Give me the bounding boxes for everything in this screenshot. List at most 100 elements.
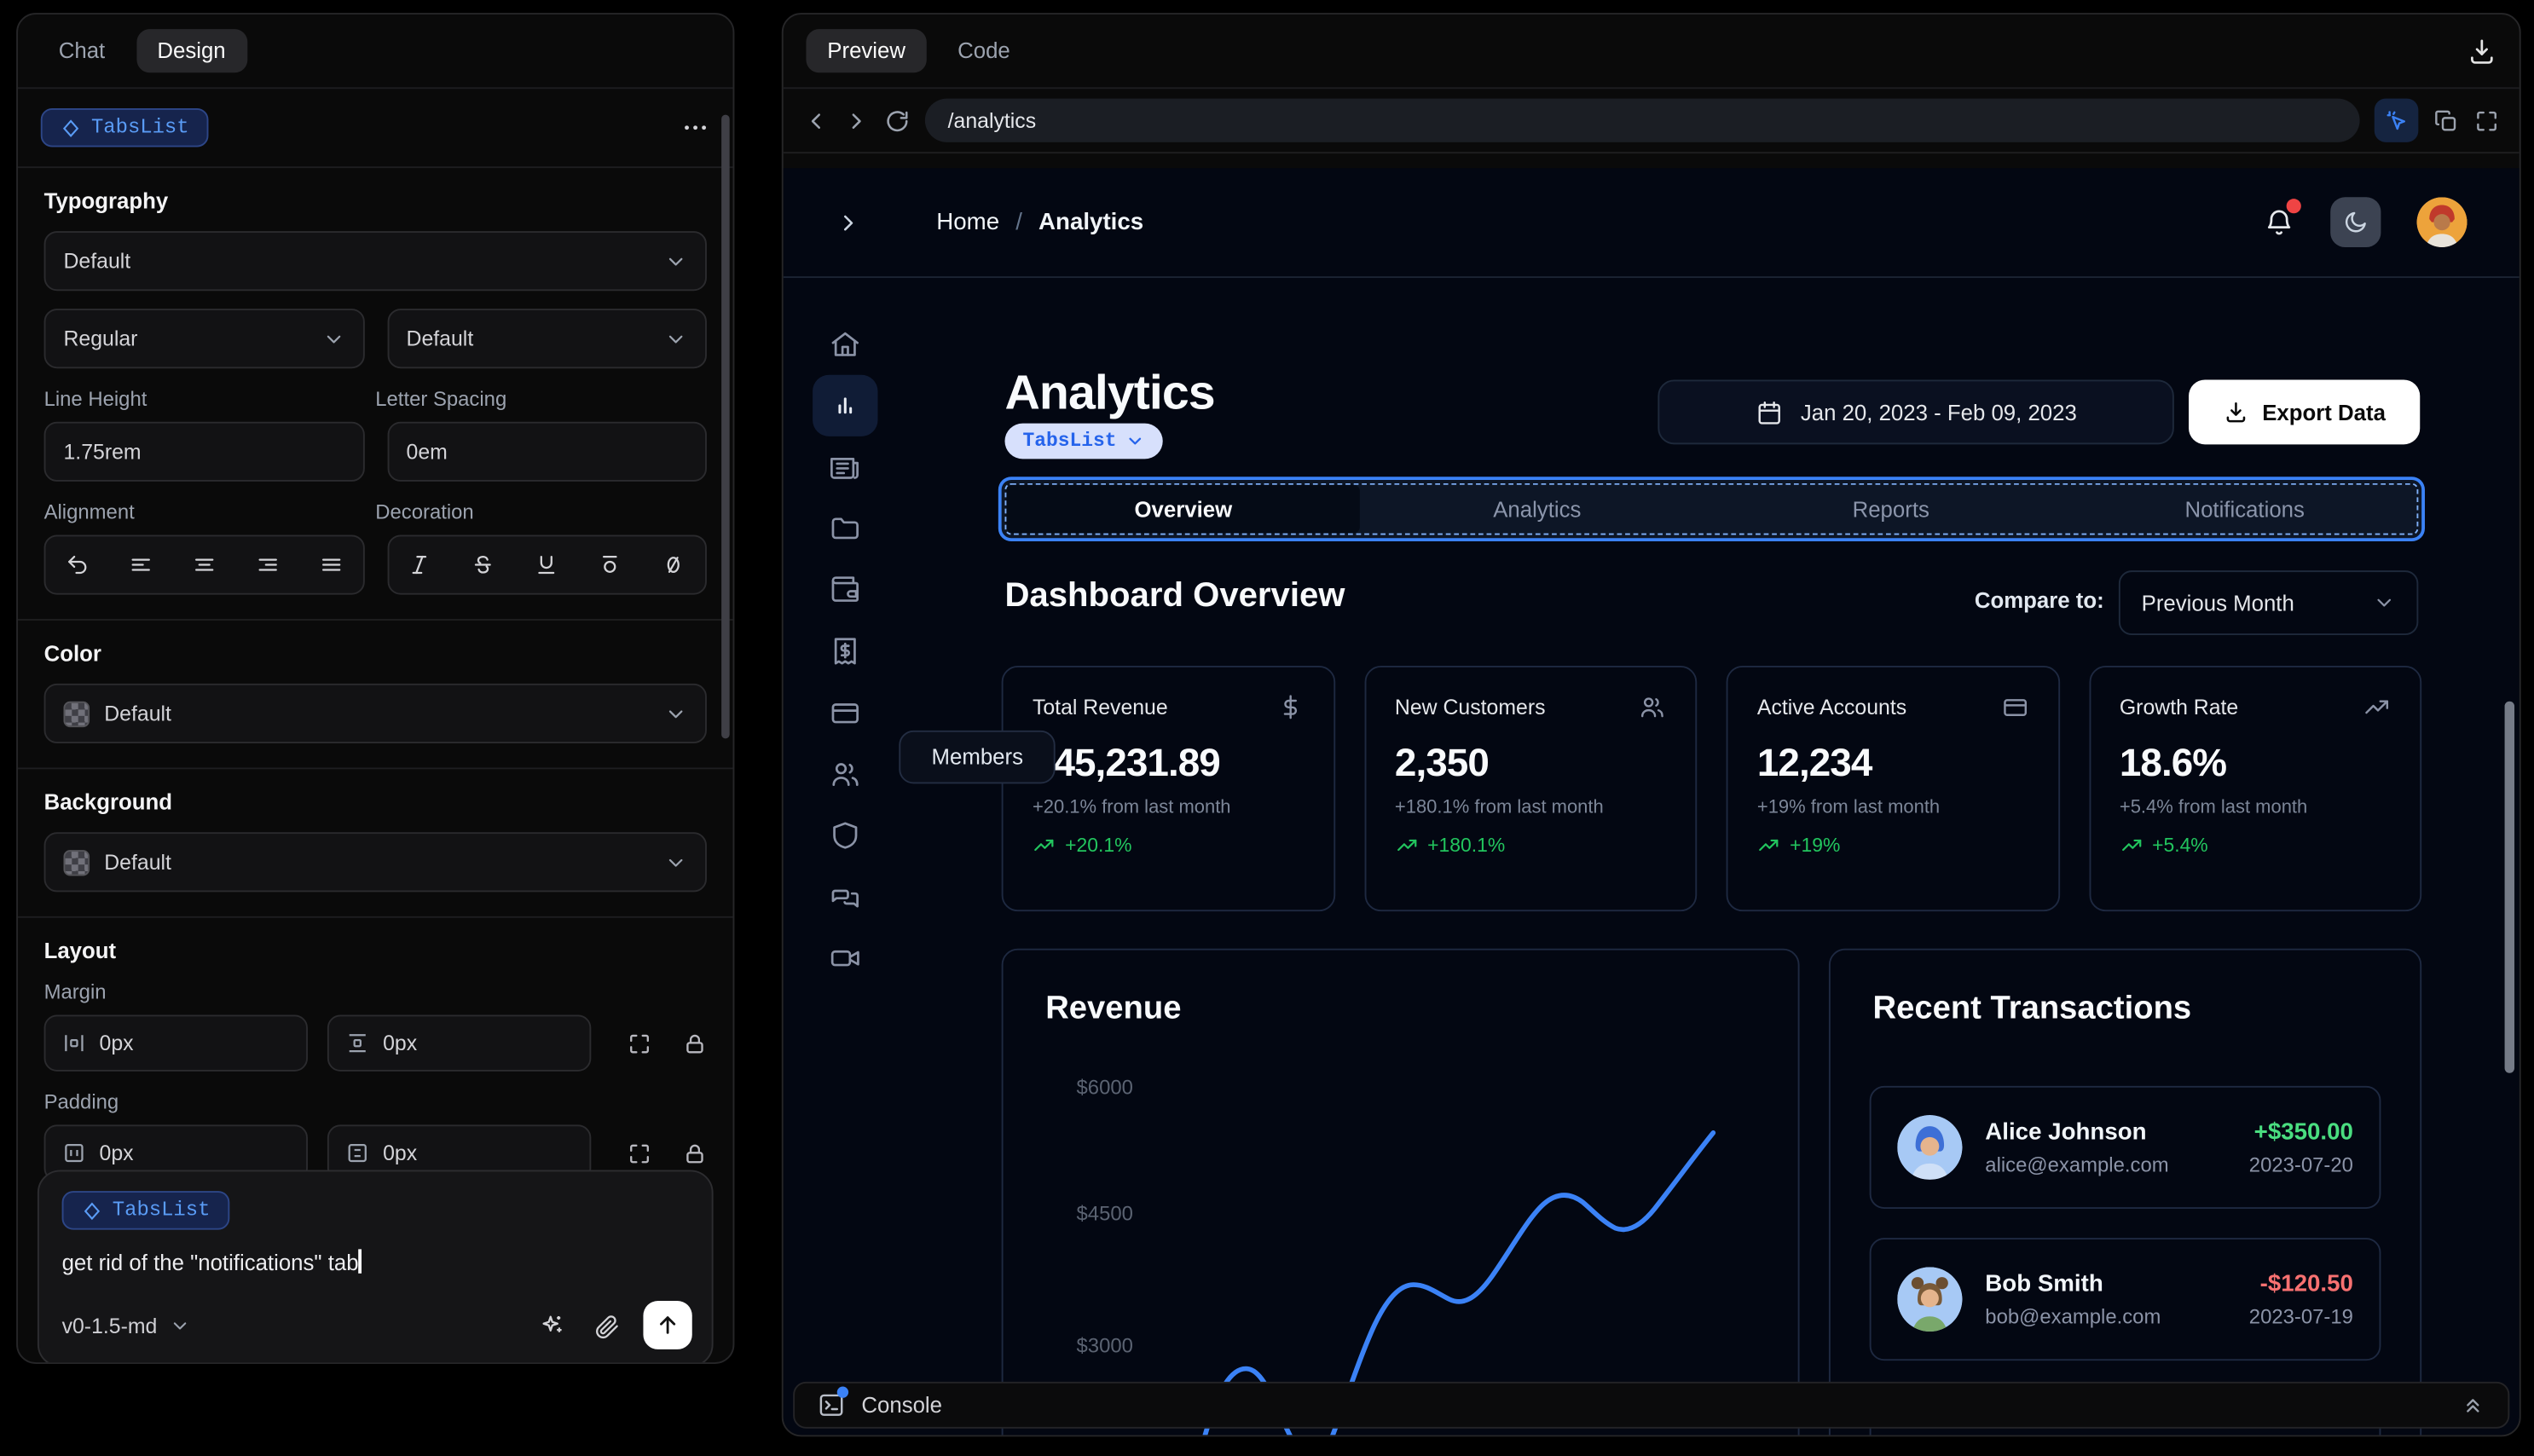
preview-scrollbar[interactable] bbox=[2504, 701, 2515, 1073]
transaction-name: Alice Johnson bbox=[1985, 1118, 2147, 1146]
tab-code[interactable]: Code bbox=[936, 29, 1031, 72]
chevron-down-icon bbox=[326, 334, 340, 343]
sidebar-item-news[interactable] bbox=[812, 436, 876, 498]
tab-reports[interactable]: Reports bbox=[1714, 480, 2068, 538]
color-swatch bbox=[63, 700, 90, 727]
notifications-bell-button[interactable] bbox=[2264, 199, 2301, 238]
selected-element-chip[interactable]: TabsList bbox=[40, 108, 209, 147]
prompt-input[interactable]: get rid of the "notifications" tab bbox=[62, 1249, 689, 1275]
user-avatar[interactable] bbox=[2416, 197, 2467, 248]
prompt-context-chip[interactable]: TabsList bbox=[61, 1191, 230, 1230]
theme-toggle-button[interactable] bbox=[2330, 197, 2381, 248]
expand-console-icon[interactable] bbox=[2461, 1393, 2485, 1417]
tab-overview[interactable]: Overview bbox=[1006, 484, 1361, 534]
design-panel-scrollbar[interactable] bbox=[721, 114, 730, 739]
breadcrumb-home[interactable]: Home bbox=[936, 209, 999, 234]
color-section: Color Default bbox=[18, 621, 733, 770]
model-select[interactable]: v0-1.5-md bbox=[62, 1313, 190, 1338]
preview-header: Preview Code bbox=[783, 14, 2520, 90]
sidebar-item-files[interactable] bbox=[812, 498, 876, 559]
stat-trend-value: +20.1% bbox=[1065, 834, 1132, 857]
font-weight-select[interactable]: Regular bbox=[43, 309, 364, 369]
tabs-list: Overview Analytics Reports Notifications bbox=[1001, 480, 2422, 539]
margin-x-input[interactable]: 0px bbox=[43, 1014, 309, 1072]
sidebar-item-invoices[interactable] bbox=[812, 621, 876, 682]
underline-icon[interactable] bbox=[535, 552, 559, 576]
alignment-group bbox=[43, 534, 364, 595]
screen: Chat Design TabsList Typography Default … bbox=[0, 0, 2534, 1456]
preview-panel: Preview Code /analytics Home / Analytics… bbox=[781, 13, 2521, 1437]
copy-icon[interactable] bbox=[2433, 107, 2460, 133]
chevron-down-icon bbox=[668, 334, 683, 343]
expand-padding-icon[interactable] bbox=[628, 1140, 652, 1165]
margin-y-input[interactable]: 0px bbox=[327, 1014, 592, 1072]
console-bar[interactable]: Console bbox=[793, 1381, 2510, 1429]
prompt-composer[interactable]: TabsList get rid of the "notifications" … bbox=[37, 1170, 714, 1363]
credit-card-icon bbox=[2003, 699, 2027, 716]
users-icon bbox=[831, 763, 858, 787]
url-input[interactable]: /analytics bbox=[924, 98, 2360, 142]
tab-notifications[interactable]: Notifications bbox=[2068, 480, 2421, 538]
download-icon bbox=[2226, 402, 2246, 423]
sidebar-item-analytics[interactable] bbox=[812, 374, 877, 436]
attach-file-icon[interactable] bbox=[593, 1311, 620, 1338]
tab-chat[interactable]: Chat bbox=[38, 29, 126, 72]
reset-alignment-icon[interactable] bbox=[65, 552, 90, 576]
bar-chart-icon bbox=[837, 397, 852, 414]
overline-icon[interactable] bbox=[598, 552, 622, 576]
dollar-sign-icon bbox=[1282, 695, 1297, 719]
background-select[interactable]: Default bbox=[43, 832, 707, 893]
revenue-chart-card: Revenue $6000 $4500 $3000 bbox=[1001, 948, 1800, 1436]
color-select[interactable]: Default bbox=[43, 683, 707, 744]
tab-analytics[interactable]: Analytics bbox=[1360, 480, 1714, 538]
letter-spacing-input[interactable]: 0em bbox=[386, 421, 707, 482]
font-size-select[interactable]: Default bbox=[386, 309, 707, 369]
download-icon[interactable] bbox=[2467, 37, 2496, 66]
fullscreen-icon[interactable] bbox=[2473, 107, 2500, 133]
inspect-element-button[interactable] bbox=[2374, 98, 2419, 142]
background-section: Background Default bbox=[18, 769, 733, 918]
no-decoration-icon[interactable] bbox=[661, 552, 686, 576]
refresh-icon[interactable] bbox=[884, 107, 911, 133]
inspected-element-chip[interactable]: TabsList bbox=[1004, 423, 1162, 459]
sidebar-item-security[interactable] bbox=[812, 805, 876, 866]
font-family-select[interactable]: Default bbox=[43, 231, 707, 292]
lock-padding-icon[interactable] bbox=[682, 1140, 707, 1165]
align-center-icon[interactable] bbox=[192, 552, 217, 576]
margin-x-icon bbox=[65, 1035, 84, 1052]
date-range-button[interactable]: Jan 20, 2023 - Feb 09, 2023 bbox=[1658, 379, 2174, 445]
sidebar-item-home[interactable] bbox=[812, 314, 876, 375]
align-justify-icon[interactable] bbox=[318, 552, 343, 576]
enhance-prompt-icon[interactable] bbox=[539, 1311, 566, 1338]
compare-select[interactable]: Previous Month bbox=[2118, 570, 2419, 636]
home-icon bbox=[830, 332, 859, 356]
line-height-input[interactable]: 1.75rem bbox=[43, 421, 364, 482]
tab-design[interactable]: Design bbox=[136, 29, 247, 73]
transaction-row-bob[interactable]: Bob Smith bob@example.com -$120.50 2023-… bbox=[1869, 1238, 2381, 1361]
app-content: Analytics TabsList Jan 20, 2023 - Feb 09… bbox=[1001, 278, 2520, 1436]
align-right-icon[interactable] bbox=[255, 552, 280, 576]
sidebar-item-cards[interactable] bbox=[812, 682, 876, 743]
italic-icon[interactable] bbox=[408, 552, 432, 576]
sidebar-item-video[interactable] bbox=[812, 927, 876, 989]
send-button[interactable] bbox=[643, 1301, 692, 1349]
forward-icon[interactable] bbox=[843, 107, 870, 133]
tab-preview[interactable]: Preview bbox=[806, 29, 927, 73]
design-panel: Chat Design TabsList Typography Default … bbox=[16, 13, 735, 1364]
sidebar-expand-icon[interactable] bbox=[836, 209, 862, 234]
export-data-button[interactable]: Export Data bbox=[2189, 379, 2421, 445]
transaction-row-alice[interactable]: Alice Johnson alice@example.com +$350.00… bbox=[1869, 1085, 2381, 1209]
padding-x-value: 0px bbox=[99, 1141, 134, 1165]
sidebar-item-messages[interactable] bbox=[812, 866, 876, 927]
expand-margin-icon[interactable] bbox=[628, 1031, 652, 1056]
selected-element-label: TabsList bbox=[90, 116, 189, 140]
sidebar-item-members[interactable] bbox=[812, 743, 876, 805]
align-left-icon[interactable] bbox=[129, 552, 153, 576]
more-options-icon[interactable] bbox=[680, 113, 709, 142]
sidebar-item-wallet[interactable] bbox=[812, 559, 876, 621]
back-icon[interactable] bbox=[803, 107, 830, 133]
console-activity-dot bbox=[836, 1386, 849, 1398]
strikethrough-icon[interactable] bbox=[472, 552, 496, 576]
notification-dot bbox=[2286, 199, 2301, 214]
lock-margin-icon[interactable] bbox=[682, 1031, 707, 1056]
